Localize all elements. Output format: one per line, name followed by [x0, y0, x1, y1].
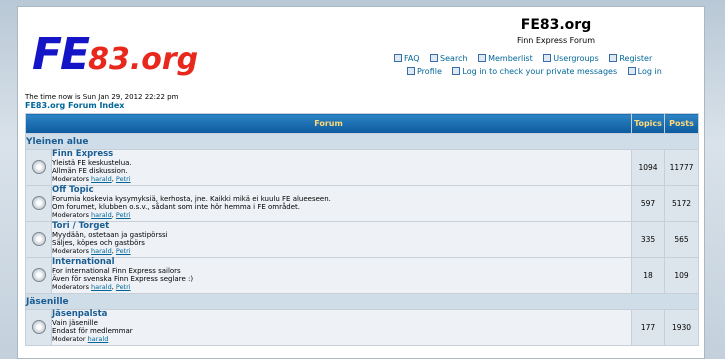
login-icon — [627, 67, 636, 75]
category-row: Jäsenille — [25, 293, 699, 310]
forum-description: Yleistä FE keskustelua. — [52, 159, 132, 167]
forum-description: Även för svenska Finn Express seglare :) — [52, 275, 194, 283]
topics-count: 335 — [631, 221, 665, 258]
nav-row-2: Profile Log in to check your private mes… — [407, 67, 670, 76]
forum-description: Forumia koskevia kysymyksiä, kerhosta, j… — [52, 195, 331, 203]
forum-table: Forum Topics Posts Yleinen alue Finn Exp… — [25, 113, 699, 346]
nav-login[interactable]: Log in — [627, 67, 662, 76]
table-header-row: Forum Topics Posts — [25, 113, 699, 134]
forum-folder-icon — [31, 231, 46, 246]
forum-link-jasenpalsta[interactable]: Jäsenpalsta — [52, 310, 631, 319]
nav-memberlist[interactable]: Memberlist — [478, 54, 533, 63]
site-title: FE83.org — [520, 17, 592, 33]
nav-search[interactable]: Search — [430, 54, 468, 63]
topics-count: 1094 — [631, 149, 665, 186]
header-topics: Topics — [631, 113, 665, 134]
moderator-link[interactable]: Petri — [116, 283, 131, 291]
posts-count: 1930 — [664, 309, 699, 346]
forum-link-tori-torget[interactable]: Tori / Torget — [52, 222, 631, 231]
nav-faq[interactable]: FAQ — [394, 54, 420, 63]
nav-profile[interactable]: Profile — [407, 67, 442, 76]
nav-row-1: FAQ Search Memberlist Usergroups Registe… — [394, 54, 660, 63]
forum-description: Om forumet, klubben o.s.v., sådant som i… — [52, 203, 301, 211]
moderators: Moderator harald — [52, 335, 109, 343]
header-forum: Forum — [25, 113, 632, 134]
forum-link-off-topic[interactable]: Off Topic — [52, 186, 631, 195]
forum-row: Tori / Torget Myydään, ostetaan ja gasti… — [25, 221, 699, 258]
memberlist-icon — [478, 54, 487, 62]
moderator-link[interactable]: harald — [91, 175, 112, 183]
forum-folder-icon — [31, 319, 46, 334]
forum-description: Endast för medlemmar — [52, 327, 133, 335]
posts-count: 5172 — [664, 185, 699, 222]
nav-private-messages[interactable]: Log in to check your private messages — [452, 67, 617, 76]
moderators: Moderators harald, Petri — [52, 247, 131, 255]
site-logo[interactable]: FE83.org — [32, 29, 198, 80]
moderators: Moderators harald, Petri — [52, 283, 131, 291]
moderator-link[interactable]: Petri — [116, 247, 131, 255]
forum-description: For international Finn Express sailors — [52, 267, 181, 275]
topics-count: 177 — [631, 309, 665, 346]
nav-register[interactable]: Register — [609, 54, 652, 63]
usergroups-icon — [543, 54, 552, 62]
moderator-link[interactable]: harald — [91, 247, 112, 255]
page-container: FE83.org FE83.org Finn Express Forum FAQ… — [17, 6, 705, 359]
forum-link-international[interactable]: International — [52, 258, 631, 267]
category-jasenille[interactable]: Jäsenille — [25, 293, 699, 310]
posts-count: 565 — [664, 221, 699, 258]
posts-count: 11777 — [664, 149, 699, 186]
faq-icon — [394, 54, 402, 62]
forum-description: Säljes, köpes och gastbörs — [52, 239, 145, 247]
forum-row: Finn Express Yleistä FE keskustelua. All… — [25, 149, 699, 186]
moderator-link[interactable]: Petri — [116, 211, 131, 219]
moderator-link[interactable]: harald — [91, 211, 112, 219]
moderator-link[interactable]: Petri — [116, 175, 131, 183]
forum-folder-icon — [31, 195, 46, 210]
forum-description: Myydään, ostetaan ja gastipörssi — [52, 231, 168, 239]
moderators: Moderators harald, Petri — [52, 175, 131, 183]
messages-icon — [452, 67, 461, 75]
forum-description: Vain jäsenille — [52, 319, 98, 327]
moderator-link[interactable]: harald — [91, 283, 112, 291]
forum-description: Allmän FE diskussion. — [52, 167, 128, 175]
nav-usergroups[interactable]: Usergroups — [543, 54, 599, 63]
search-icon — [430, 54, 439, 62]
forum-link-finn-express[interactable]: Finn Express — [52, 150, 631, 159]
moderator-link[interactable]: harald — [88, 335, 109, 343]
forum-folder-icon — [31, 159, 46, 174]
forum-row: Off Topic Forumia koskevia kysymyksiä, k… — [25, 185, 699, 222]
register-icon — [609, 54, 618, 62]
topics-count: 597 — [631, 185, 665, 222]
category-row: Yleinen alue — [25, 133, 699, 150]
forum-index-link[interactable]: FE83.org Forum Index — [25, 101, 124, 110]
category-yleinen-alue[interactable]: Yleinen alue — [25, 133, 699, 150]
site-description: Finn Express Forum — [516, 36, 596, 45]
forum-row: Jäsenpalsta Vain jäsenille Endast för me… — [25, 309, 699, 346]
header-posts: Posts — [664, 113, 699, 134]
moderators: Moderators harald, Petri — [52, 211, 131, 219]
topics-count: 18 — [631, 257, 665, 294]
posts-count: 109 — [664, 257, 699, 294]
profile-icon — [407, 67, 415, 75]
forum-folder-icon — [31, 267, 46, 282]
forum-row: International For international Finn Exp… — [25, 257, 699, 294]
current-time: The time now is Sun Jan 29, 2012 22:22 p… — [25, 93, 179, 101]
